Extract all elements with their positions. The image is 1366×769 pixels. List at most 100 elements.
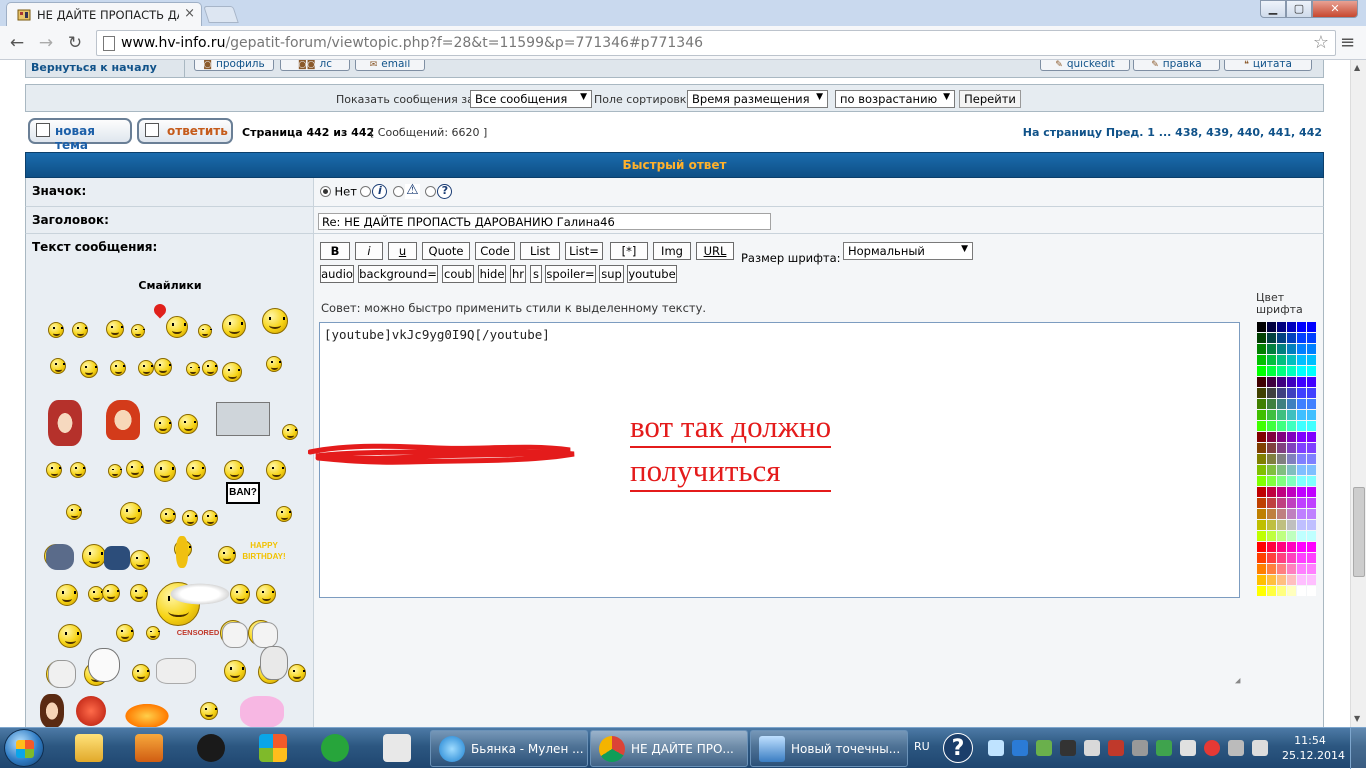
color-swatch[interactable] <box>1257 399 1266 409</box>
tray-usb-icon[interactable] <box>1180 740 1196 756</box>
color-swatch[interactable] <box>1277 553 1286 563</box>
color-swatch[interactable] <box>1287 322 1296 332</box>
color-swatch[interactable] <box>1287 399 1296 409</box>
subject-input[interactable]: Re: НЕ ДАЙТЕ ПРОПАСТЬ ДАРОВАНИЮ Галина46 <box>318 213 771 230</box>
smiley-icon[interactable] <box>72 322 88 338</box>
doll-smiley-icon[interactable] <box>48 400 82 446</box>
color-swatch[interactable] <box>1267 509 1276 519</box>
smiley-icon[interactable] <box>130 550 150 570</box>
tray-network-icon[interactable] <box>1084 740 1100 756</box>
color-swatch[interactable] <box>1307 487 1316 497</box>
tab-close-icon[interactable]: × <box>184 6 195 21</box>
wolf-smiley-icon[interactable] <box>46 544 74 570</box>
color-swatch[interactable] <box>1257 377 1266 387</box>
color-swatch[interactable] <box>1257 454 1266 464</box>
color-swatch[interactable] <box>1267 498 1276 508</box>
happy-birthday-smiley-icon[interactable]: HAPPY BIRTHDAY! <box>234 540 294 564</box>
quickedit-button[interactable]: ✎ quickedit <box>1040 60 1130 71</box>
new-tab-button[interactable] <box>203 6 239 23</box>
tray-monitor-icon[interactable] <box>1060 740 1076 756</box>
image-button[interactable]: Img <box>653 242 691 260</box>
color-swatch[interactable] <box>1257 355 1266 365</box>
color-swatch[interactable] <box>1267 366 1276 376</box>
tray-snowflake-icon[interactable] <box>988 740 1004 756</box>
desk-computer-smiley-icon[interactable] <box>216 402 270 436</box>
color-swatch[interactable] <box>1287 487 1296 497</box>
scroll-down-icon[interactable]: ▼ <box>1354 714 1360 723</box>
smiley-icon[interactable] <box>266 356 282 372</box>
color-swatch[interactable] <box>1297 509 1306 519</box>
color-swatch[interactable] <box>1277 542 1286 552</box>
devil-smiley-icon[interactable] <box>76 696 106 726</box>
color-swatch[interactable] <box>1287 454 1296 464</box>
resize-grip-icon[interactable]: ◢ <box>1235 676 1240 686</box>
edit-button[interactable]: ✎ правка <box>1133 60 1220 71</box>
smiley-icon[interactable] <box>138 360 154 376</box>
color-swatch[interactable] <box>1307 443 1316 453</box>
browser-menu-icon[interactable]: ≡ <box>1340 32 1355 53</box>
angel-wings-smiley-icon[interactable] <box>166 582 234 606</box>
smiley-icon[interactable] <box>46 462 62 478</box>
color-swatch[interactable] <box>1257 487 1266 497</box>
color-swatch[interactable] <box>1297 575 1306 585</box>
color-swatch[interactable] <box>1267 355 1276 365</box>
strike-button[interactable]: s <box>530 265 542 283</box>
color-swatch[interactable] <box>1287 432 1296 442</box>
color-swatch[interactable] <box>1267 443 1276 453</box>
smiley-icon[interactable] <box>126 460 144 478</box>
color-swatch[interactable] <box>1297 520 1306 530</box>
color-swatch[interactable] <box>1267 531 1276 541</box>
color-swatch[interactable] <box>1307 454 1316 464</box>
smiley-icon[interactable] <box>116 624 134 642</box>
coub-button[interactable]: coub <box>442 265 474 283</box>
color-swatch[interactable] <box>1257 542 1266 552</box>
color-swatch[interactable] <box>1257 465 1266 475</box>
audio-button[interactable]: audio <box>320 265 354 283</box>
color-swatch[interactable] <box>1277 355 1286 365</box>
explosion-smiley-icon[interactable] <box>122 702 172 727</box>
window-minimize-button[interactable]: ▁ <box>1260 0 1286 18</box>
color-swatch[interactable] <box>1287 410 1296 420</box>
color-swatch[interactable] <box>1277 344 1286 354</box>
color-swatch[interactable] <box>1267 410 1276 420</box>
email-button[interactable]: ✉ email <box>355 60 425 71</box>
smiley-icon[interactable] <box>202 360 218 376</box>
color-swatch[interactable] <box>1267 432 1276 442</box>
color-swatch[interactable] <box>1297 542 1306 552</box>
sort-order-select[interactable]: по возрастанию ▼ <box>835 90 955 108</box>
tray-tools-icon[interactable] <box>1132 740 1148 756</box>
smiley-icon[interactable] <box>288 664 306 682</box>
smiley-icon[interactable] <box>186 362 200 376</box>
color-swatch[interactable] <box>1277 410 1286 420</box>
tab-active[interactable]: НЕ ДАЙТЕ ПРОПАСТЬ ДА × <box>6 2 202 26</box>
page-scrollbar[interactable]: ▲ ▼ <box>1350 60 1366 727</box>
color-swatch[interactable] <box>1307 344 1316 354</box>
smiley-icon[interactable] <box>198 324 212 338</box>
color-swatch[interactable] <box>1277 465 1286 475</box>
color-swatch[interactable] <box>1287 542 1296 552</box>
smiley-icon[interactable] <box>202 510 218 526</box>
color-swatch[interactable] <box>1277 421 1286 431</box>
color-swatch[interactable] <box>1307 465 1316 475</box>
sort-field-select[interactable]: Время размещения ▼ <box>687 90 828 108</box>
smiley-icon[interactable] <box>80 360 98 378</box>
color-swatch[interactable] <box>1257 344 1266 354</box>
color-swatch[interactable] <box>1277 498 1286 508</box>
color-swatch[interactable] <box>1297 344 1306 354</box>
color-swatch[interactable] <box>1297 432 1306 442</box>
tray-volume-icon[interactable] <box>1252 740 1268 756</box>
color-swatch[interactable] <box>1277 443 1286 453</box>
hr-button[interactable]: hr <box>510 265 526 283</box>
color-swatch[interactable] <box>1307 542 1316 552</box>
color-swatch[interactable] <box>1287 498 1296 508</box>
color-swatch[interactable] <box>1287 355 1296 365</box>
color-swatch[interactable] <box>1307 476 1316 486</box>
color-swatch[interactable] <box>1257 322 1266 332</box>
color-swatch[interactable] <box>1267 399 1276 409</box>
sup-button[interactable]: sup <box>599 265 624 283</box>
smiley-icon[interactable] <box>224 460 244 480</box>
color-swatch[interactable] <box>1267 333 1276 343</box>
color-swatch[interactable] <box>1267 344 1276 354</box>
color-swatch[interactable] <box>1307 333 1316 343</box>
color-swatch[interactable] <box>1257 553 1266 563</box>
